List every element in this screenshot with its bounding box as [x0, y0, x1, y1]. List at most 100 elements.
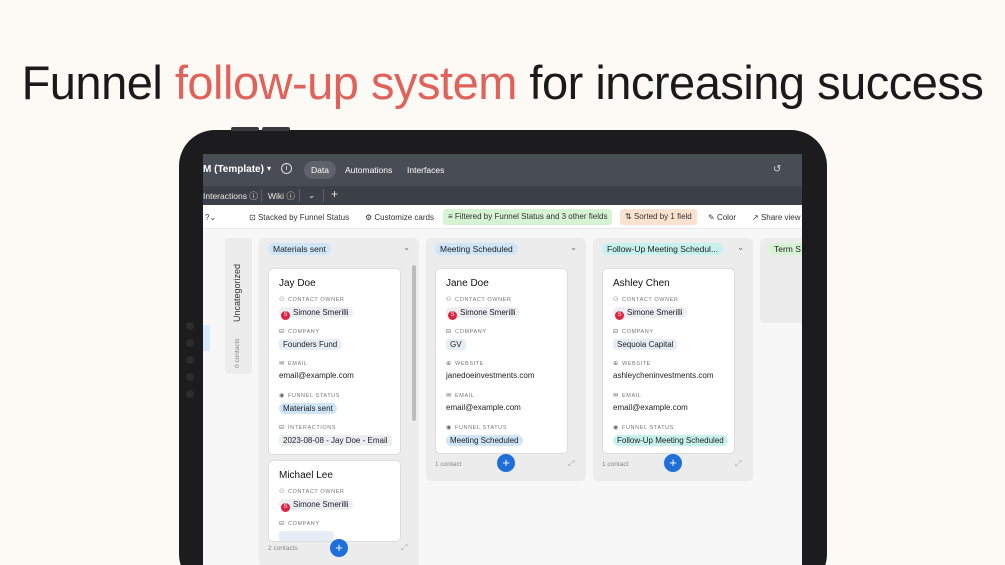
chevron-down-icon[interactable]: ⌄: [403, 243, 410, 252]
color-button[interactable]: ✎ Color: [708, 211, 736, 225]
mail-icon: ✉: [279, 361, 285, 367]
stacked-by-button[interactable]: ⊡ Stacked by Funnel Status: [249, 211, 349, 225]
field-label: ✉ EMAIL: [446, 393, 475, 399]
app-screen: M (Template) ▾ i Data Automations Interf…: [203, 154, 802, 565]
table-tabs-bar: Interactions ⓘ Wiki ⓘ ⌄ +: [203, 186, 802, 205]
field-label: ⊕ WEBSITE: [613, 361, 651, 367]
card-jane-doe[interactable]: Jane Doe ⚇ CONTACT OWNER S Simone Smerilli…: [435, 268, 568, 454]
kanban-board: Uncategorized 0 contacts Materials sent …: [203, 229, 802, 565]
share-view-button[interactable]: ↗ Share view: [752, 211, 801, 225]
add-table-icon[interactable]: +: [331, 187, 338, 201]
filter-icon: ≡: [448, 212, 453, 221]
share-icon: ↗: [752, 213, 759, 222]
sort-button[interactable]: ⇅ Sorted by 1 field: [620, 209, 697, 225]
status-chip: Follow-Up Meeting Scheduled: [613, 435, 728, 446]
link-icon: ⊟: [279, 521, 285, 527]
gear-icon: ⚙: [365, 213, 373, 222]
globe-icon: ⊕: [613, 361, 619, 367]
card-jay-doe[interactable]: Jay Doe ⚇ CONTACT OWNER S Simone Smerilli …: [268, 268, 401, 455]
tab-automations[interactable]: Automations: [338, 161, 399, 179]
column-materials-sent: Materials sent ⌄ Jay Doe ⚇ CONTACT OWNER …: [259, 238, 419, 565]
expand-icon[interactable]: ⤢: [568, 459, 574, 469]
table-tab-interactions[interactable]: Interactions ⓘ: [203, 190, 258, 202]
tablet-volume-button: [231, 127, 259, 131]
website-value: ashleycheninvestments.com: [613, 371, 714, 380]
tablet-camera: [186, 322, 196, 407]
uncategorized-count: 0 contacts: [234, 338, 241, 368]
column-term-sheet: Term S: [760, 238, 802, 323]
info-icon[interactable]: i: [281, 163, 292, 174]
chevron-down-icon[interactable]: ⌄: [570, 243, 577, 252]
headline-accent: follow-up system: [174, 56, 518, 109]
field-label: ⊟ COMPANY: [279, 521, 320, 527]
column-title: Follow-Up Meeting Schedul...: [602, 243, 724, 255]
company-chip: Founders Fund: [279, 339, 342, 350]
avatar: S: [281, 503, 290, 512]
help-icon[interactable]: ?⌄: [205, 211, 216, 225]
tab-interfaces[interactable]: Interfaces: [400, 161, 451, 179]
person-icon: ⚇: [446, 297, 452, 303]
column-title: Term S: [769, 243, 802, 255]
email-value: email@example.com: [613, 403, 688, 412]
column-meeting-scheduled: Meeting Scheduled ⌄ Jane Doe ⚇ CONTACT OW…: [426, 238, 586, 481]
field-label: ◉ FUNNEL STATUS: [446, 425, 508, 431]
app-topbar: M (Template) ▾ i Data Automations Interf…: [203, 154, 802, 186]
column-follow-up-meeting: Follow-Up Meeting Schedul... ⌄ Ashley Ch…: [593, 238, 753, 481]
filter-button[interactable]: ≡ Filtered by Funnel Status and 3 other …: [443, 209, 613, 225]
owner-chip: S Simone Smerilli: [279, 307, 353, 320]
table-tab-wiki[interactable]: Wiki ⓘ: [268, 190, 295, 202]
status-icon: ◉: [613, 425, 619, 431]
field-label: ◉ FUNNEL STATUS: [279, 393, 341, 399]
link-icon: ⊟: [613, 329, 619, 335]
status-icon: ◉: [279, 393, 285, 399]
history-icon[interactable]: ↺: [773, 164, 781, 175]
email-value: email@example.com: [446, 403, 521, 412]
divider: [299, 189, 300, 202]
field-label: ◉ FUNNEL STATUS: [613, 425, 675, 431]
field-label: ⚇ CONTACT OWNER: [279, 489, 345, 495]
customize-cards-button[interactable]: ⚙ Customize cards: [365, 211, 434, 225]
company-chip: [279, 531, 334, 541]
mail-icon: ✉: [613, 393, 619, 399]
card-ashley-chen[interactable]: Ashley Chen ⚇ CONTACT OWNER S Simone Smeri…: [602, 268, 735, 454]
card-name: Michael Lee: [279, 470, 333, 481]
interaction-chip: 2023-08-08 - Jay Doe - Email: [279, 435, 392, 446]
field-label: ✉ EMAIL: [613, 393, 642, 399]
field-label: ⚇ CONTACT OWNER: [446, 297, 512, 303]
field-label: ⊟ COMPANY: [279, 329, 320, 335]
tab-data[interactable]: Data: [304, 161, 336, 179]
avatar: S: [281, 311, 290, 320]
owner-chip: S Simone Smerilli: [279, 499, 353, 512]
email-value: email@example.com: [279, 371, 354, 380]
person-icon: ⚇: [279, 489, 285, 495]
base-title[interactable]: M (Template): [203, 164, 264, 175]
uncategorized-stack[interactable]: Uncategorized 0 contacts: [225, 238, 252, 374]
card-name: Jay Doe: [279, 278, 316, 289]
chevron-down-icon[interactable]: ▾: [267, 164, 271, 173]
company-chip: Sequoia Capital: [613, 339, 678, 350]
owner-chip: S Simone Smerilli: [613, 307, 687, 320]
field-label: ⚇ CONTACT OWNER: [613, 297, 679, 303]
card-name: Jane Doe: [446, 278, 489, 289]
headline: Funnel follow-up system for increasing s…: [0, 55, 1005, 110]
scrollbar[interactable]: [412, 265, 416, 421]
info-icon: ⓘ: [286, 191, 295, 201]
field-label: ⊟ INTERACTIONS: [279, 425, 337, 431]
add-record-button[interactable]: +: [497, 454, 515, 472]
add-record-button[interactable]: +: [664, 454, 682, 472]
person-icon: ⚇: [279, 297, 285, 303]
card-michael-lee[interactable]: Michael Lee ⚇ CONTACT OWNER S Simone Smeri…: [268, 460, 401, 542]
column-count: 2 contacts: [268, 545, 298, 552]
divider: [323, 189, 324, 202]
expand-icon[interactable]: ⤢: [735, 459, 741, 469]
person-icon: ⚇: [613, 297, 619, 303]
view-toolbar: ?⌄ ⊡ Stacked by Funnel Status ⚙ Customiz…: [203, 205, 802, 229]
side-handle[interactable]: [203, 325, 210, 351]
column-count: 1 contact: [602, 461, 629, 468]
expand-icon[interactable]: ⤢: [401, 543, 407, 553]
chevron-down-icon[interactable]: ⌄: [308, 190, 315, 201]
chevron-down-icon[interactable]: ⌄: [737, 243, 744, 252]
status-chip: Meeting Scheduled: [446, 435, 523, 446]
add-record-button[interactable]: +: [330, 539, 348, 557]
field-label: ⚇ CONTACT OWNER: [279, 297, 345, 303]
